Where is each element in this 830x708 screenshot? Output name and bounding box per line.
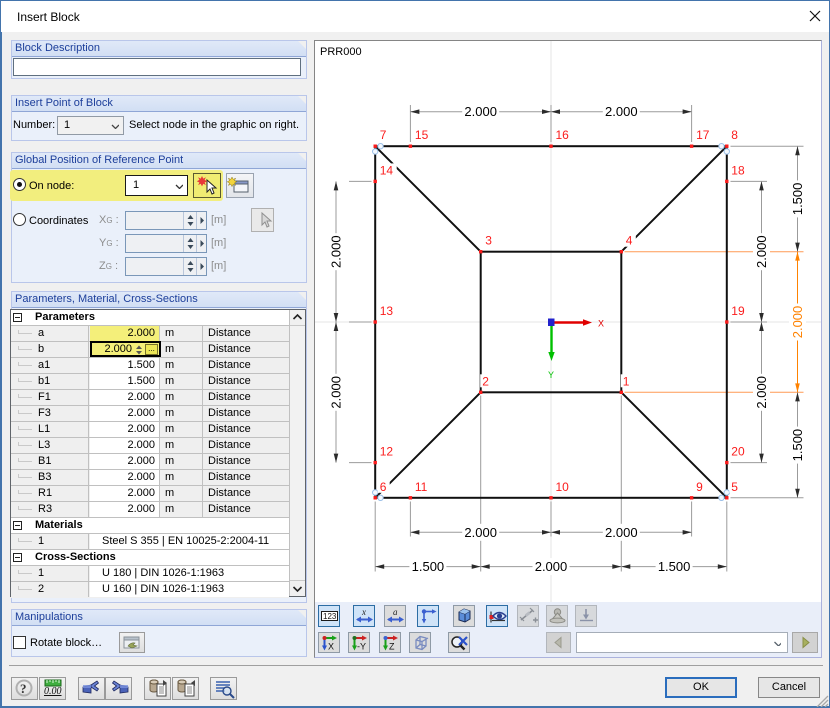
svg-text:2.000: 2.000 — [464, 104, 497, 119]
svg-text:4: 4 — [626, 234, 633, 248]
svg-text:7: 7 — [380, 128, 387, 142]
svg-text:2.000: 2.000 — [790, 306, 805, 339]
svg-text:2.000: 2.000 — [605, 104, 638, 119]
svg-text:1.500: 1.500 — [658, 559, 691, 574]
svg-text:2.000: 2.000 — [329, 376, 344, 409]
svg-text:-Y: -Y — [357, 642, 366, 652]
svg-text:1.500: 1.500 — [412, 559, 445, 574]
svg-text:X: X — [598, 319, 604, 329]
svg-text:2.000: 2.000 — [605, 525, 638, 540]
svg-text:19: 19 — [731, 304, 745, 318]
svg-text:2.000: 2.000 — [329, 235, 344, 268]
svg-text:PRR000: PRR000 — [320, 46, 362, 58]
svg-text:11: 11 — [415, 480, 428, 494]
svg-text:5: 5 — [731, 480, 738, 494]
svg-text:2.000: 2.000 — [754, 235, 769, 268]
svg-text:6: 6 — [380, 480, 387, 494]
svg-text:a: a — [393, 607, 398, 617]
svg-text:3: 3 — [485, 234, 492, 248]
svg-text:16: 16 — [556, 128, 570, 142]
svg-text:0.00: 0.00 — [44, 686, 62, 697]
svg-text:15: 15 — [415, 128, 429, 142]
svg-text:Y: Y — [548, 370, 554, 380]
svg-text:2.000: 2.000 — [754, 376, 769, 409]
svg-text:18: 18 — [731, 163, 745, 177]
svg-text:9: 9 — [696, 480, 703, 494]
svg-text:123: 123 — [323, 612, 337, 621]
svg-text:2.000: 2.000 — [464, 525, 497, 540]
svg-text:8: 8 — [731, 128, 738, 142]
svg-text:X: X — [328, 642, 334, 652]
svg-text:12: 12 — [380, 445, 394, 459]
svg-text:x: x — [361, 607, 366, 617]
svg-text:2.000: 2.000 — [535, 559, 568, 574]
svg-text:17: 17 — [696, 128, 710, 142]
svg-text:Z: Z — [389, 642, 395, 652]
svg-text:20: 20 — [731, 445, 745, 459]
svg-text:2: 2 — [482, 374, 489, 388]
svg-text:?: ? — [20, 681, 27, 696]
svg-text:14: 14 — [380, 163, 394, 177]
svg-text:1.500: 1.500 — [790, 183, 805, 216]
svg-text:10: 10 — [556, 480, 570, 494]
svg-text:13: 13 — [380, 304, 394, 318]
svg-text:1.500: 1.500 — [790, 429, 805, 462]
svg-text:1: 1 — [623, 374, 630, 388]
